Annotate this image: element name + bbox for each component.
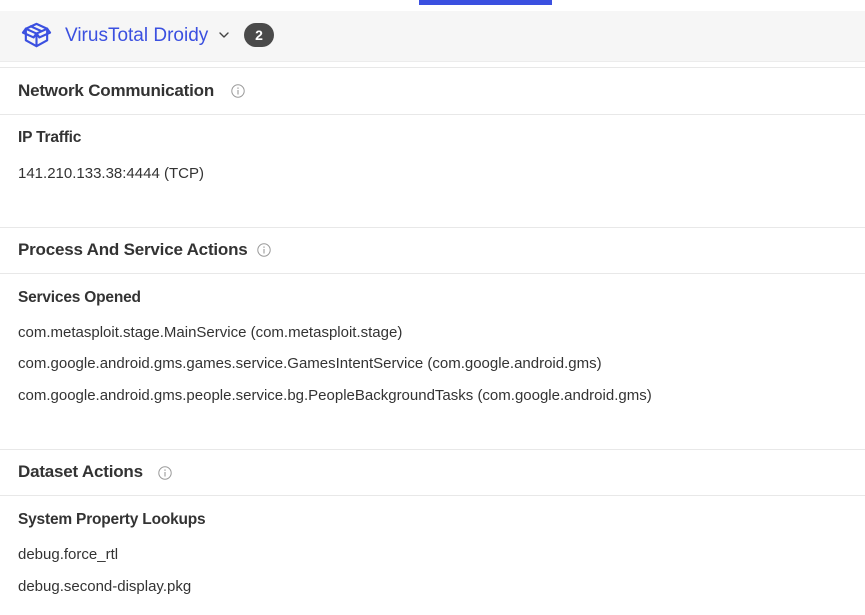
service-opened-item: com.google.android.gms.people.service.bg…: [18, 387, 652, 404]
active-tab-indicator: [419, 0, 552, 5]
sandbox-count-badge: 2: [244, 23, 274, 47]
subsection-title-services-opened: Services Opened: [18, 289, 141, 306]
sandbox-name[interactable]: VirusTotal Droidy: [65, 24, 208, 48]
section-title-process-service-actions: Process And Service Actions: [18, 240, 248, 259]
section-header-divider: [0, 114, 865, 115]
virustotal-box-icon: [21, 22, 52, 48]
info-icon[interactable]: [158, 466, 172, 480]
chevron-down-icon[interactable]: [217, 28, 231, 42]
section-header-divider: [0, 273, 865, 274]
property-lookup-item: debug.force_rtl: [18, 546, 119, 563]
subsection-title-ip-traffic: IP Traffic: [18, 129, 82, 146]
service-opened-item: com.metasploit.stage.MainService (com.me…: [18, 324, 403, 341]
info-icon[interactable]: [231, 84, 245, 98]
section-divider: [0, 227, 865, 228]
subsection-title-system-property-lookups: System Property Lookups: [18, 511, 206, 528]
section-title-network-communication: Network Communication: [18, 81, 215, 100]
section-divider: [0, 67, 865, 68]
section-header-divider: [0, 495, 865, 496]
service-opened-item: com.google.android.gms.games.service.Gam…: [18, 355, 602, 372]
property-lookup-item: debug.second-display.pkg: [18, 578, 192, 595]
ip-traffic-item: 141.210.133.38:4444 (TCP): [18, 165, 204, 182]
section-divider: [0, 449, 865, 450]
sandbox-selector-header[interactable]: VirusTotal Droidy 2: [0, 11, 865, 62]
section-title-dataset-actions: Dataset Actions: [18, 462, 143, 481]
info-icon[interactable]: [257, 243, 271, 257]
